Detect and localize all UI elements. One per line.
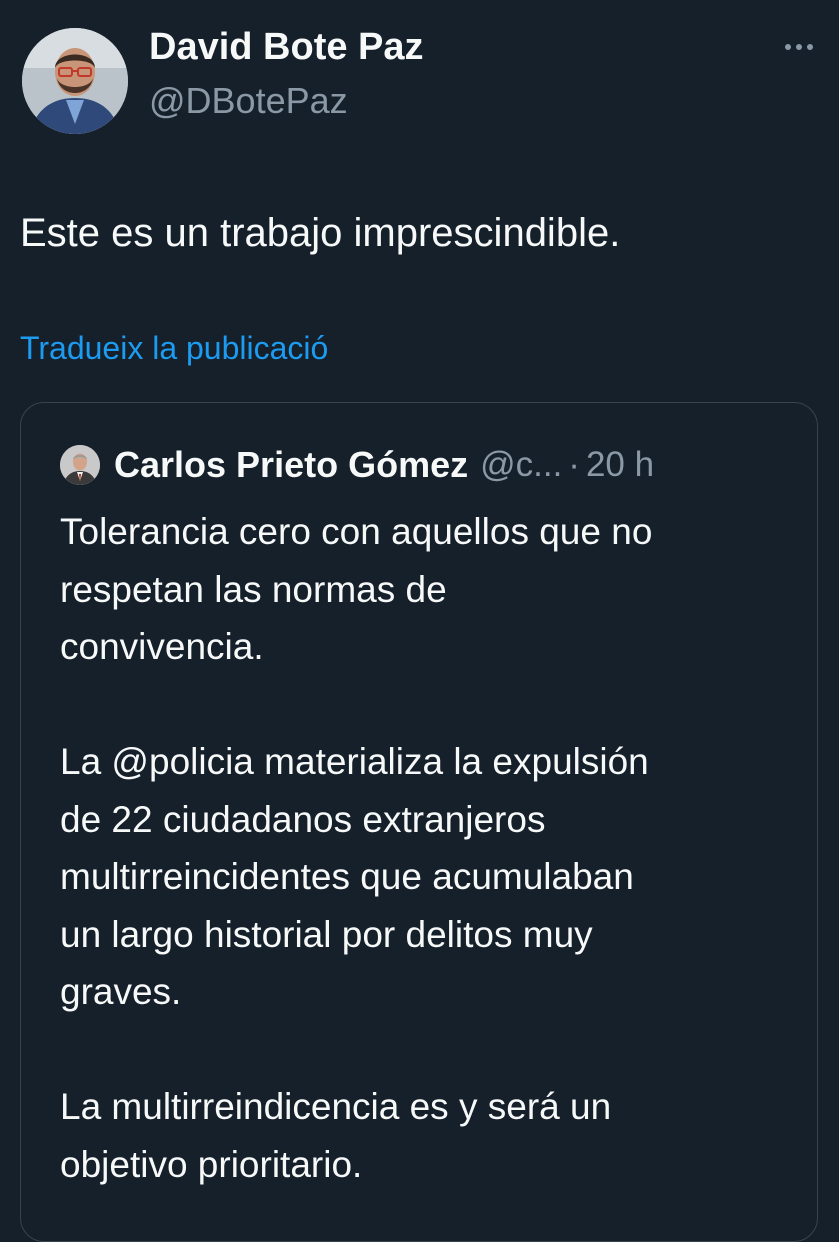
quoted-paragraph: Tolerancia cero con aquellos que no resp… — [60, 503, 800, 676]
translate-post-link[interactable]: Tradueix la publicació — [20, 326, 328, 370]
author-display-name[interactable]: David Bote Paz — [149, 24, 424, 70]
text-line: multirreincidentes que acumulaban — [60, 856, 634, 897]
quoted-author-avatar — [60, 445, 100, 485]
quoted-paragraph: La multirreindicencia es y será un objet… — [60, 1078, 800, 1193]
text-line: de 22 ciudadanos extranjeros — [60, 798, 546, 840]
header-separator: · — [568, 445, 580, 484]
text-line: graves. — [60, 971, 182, 1012]
more-options-button[interactable] — [776, 30, 822, 64]
text-line: convivencia. — [60, 626, 264, 667]
more-options-icon — [785, 44, 813, 50]
text-line: Tolerancia cero con aquellos que no — [60, 511, 653, 552]
quoted-author-handle: @c... — [480, 445, 563, 484]
tweet-text: Este es un trabajo imprescindible. — [20, 211, 621, 255]
author-handle[interactable]: @DBotePaz — [149, 78, 348, 124]
text-line: respetan las normas de — [60, 568, 447, 610]
quoted-paragraph: La @policia materializa la expulsión de … — [60, 733, 800, 1021]
text-line: un largo historial por delitos muy — [60, 913, 593, 955]
profile-photo-avatar-icon — [60, 445, 100, 485]
quoted-tweet-text: Tolerancia cero con aquellos que no resp… — [60, 503, 800, 1193]
quoted-tweet-header: Carlos Prieto Gómez @c... · 20 h — [114, 441, 654, 489]
profile-photo-avatar-icon — [22, 28, 128, 134]
quoted-author-display-name: Carlos Prieto Gómez — [114, 444, 469, 485]
quoted-tweet-timestamp: 20 h — [585, 445, 655, 484]
text-line: objetivo prioritario. — [60, 1143, 363, 1185]
author-avatar[interactable] — [22, 28, 128, 134]
quoted-tweet-card[interactable]: Carlos Prieto Gómez @c... · 20 h Toleran… — [20, 402, 818, 1242]
text-line: La multirreindicencia es y será un — [60, 1086, 612, 1127]
text-line: La @policia materializa la expulsión — [60, 741, 649, 782]
